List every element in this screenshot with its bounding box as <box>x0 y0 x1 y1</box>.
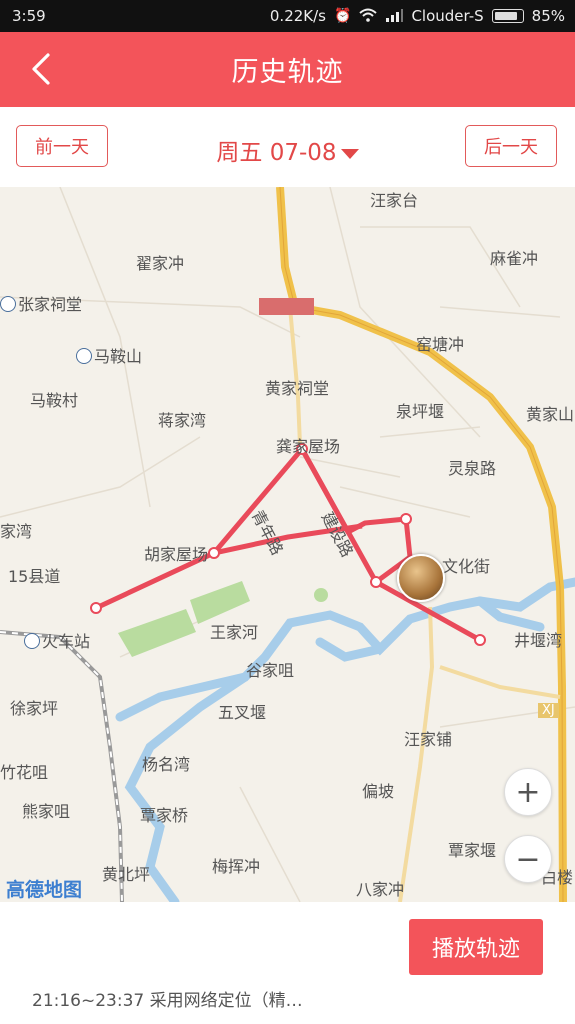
map-label: 麻雀冲 <box>490 249 539 268</box>
map-label: 覃家桥 <box>140 806 189 825</box>
map-label: 灵泉路 <box>448 459 497 478</box>
park-area <box>118 609 196 657</box>
triangle-down-icon <box>340 148 359 159</box>
alarm-icon: ⏰ <box>334 8 352 24</box>
map-label: 汪家台 <box>370 191 419 210</box>
mountain-icon <box>76 348 92 364</box>
map-label: 梅挥冲 <box>212 857 261 876</box>
map-label: 火车站 <box>24 628 90 652</box>
play-track-button[interactable]: 播放轨迹 <box>409 919 543 975</box>
map-label: 蒋家湾 <box>158 411 207 430</box>
bottom-panel: 播放轨迹 21:16~23:37 采用网络定位（精… <box>0 902 575 1024</box>
date-label: 周五 07-08 <box>216 140 337 166</box>
road-number: XJ <box>538 703 559 718</box>
temple-icon <box>0 296 16 312</box>
map-label: 张家祠堂 <box>0 291 82 315</box>
map-label: 马鞍山 <box>76 343 142 367</box>
map-label: 马鞍村 <box>30 391 79 410</box>
track-info-text: 21:16~23:37 采用网络定位（精… <box>32 991 303 1011</box>
app-header: 历史轨迹 <box>0 32 575 107</box>
page-title: 历史轨迹 <box>231 57 344 88</box>
battery-icon <box>491 9 524 23</box>
map-label: 竹花咀 <box>0 763 49 782</box>
wifi-icon <box>359 8 378 25</box>
map-label: 翟家冲 <box>136 254 185 273</box>
map-label: 泉坪堰 <box>396 402 445 421</box>
signal-icon <box>385 8 404 25</box>
map-view[interactable]: 汪家台 麻雀冲 翟家冲 张家祠堂 马鞍山 窑塘冲 黄家祠堂 泉坪堰 黄家山 马鞍… <box>0 187 575 902</box>
map-label: 八家冲 <box>356 880 405 899</box>
zoom-in-button[interactable]: + <box>504 768 552 816</box>
map-label: 井堰湾 <box>514 631 563 650</box>
map-label: 15县道 <box>8 567 61 586</box>
map-label: 家湾 <box>0 522 33 541</box>
map-label: 覃家堰 <box>448 841 497 860</box>
carrier-name: Clouder-S <box>411 7 484 25</box>
map-label: 胡家屋场 <box>144 545 209 564</box>
map-label: 黄家祠堂 <box>265 379 330 398</box>
map-label: 黄北坪 <box>102 865 151 884</box>
map-provider-logo: 高德地图 <box>6 879 83 901</box>
map-label: 杨名湾 <box>142 755 191 774</box>
battery-percent: 85% <box>531 7 565 25</box>
map-label: 熊家咀 <box>22 802 71 821</box>
map-label: 黄家山 <box>526 405 575 424</box>
map-label: 徐家坪 <box>10 699 59 718</box>
network-speed: 0.22K/s <box>269 7 326 25</box>
map-label: 文化街 <box>442 557 491 576</box>
park-area <box>190 581 250 624</box>
map-label: 谷家咀 <box>246 661 295 680</box>
map-label: 窑塘冲 <box>416 335 465 354</box>
map-label: 汪家铺 <box>404 730 453 749</box>
date-bar: 前一天 周五 07-08 后一天 <box>0 107 575 187</box>
map-label: 龚家屋场 <box>276 437 341 456</box>
next-day-button[interactable]: 后一天 <box>465 125 557 167</box>
train-station-icon <box>24 633 40 649</box>
zoom-out-button[interactable]: − <box>504 835 552 883</box>
status-time: 3:59 <box>12 7 46 25</box>
user-avatar-marker[interactable] <box>397 554 445 602</box>
map-label: 五叉堰 <box>218 703 267 722</box>
map-label: 偏坡 <box>362 782 395 801</box>
map-label: 王家河 <box>210 623 259 642</box>
status-bar: 3:59 0.22K/s ⏰ Clouder-S 85% <box>0 0 575 32</box>
status-right: 0.22K/s ⏰ Clouder-S 85% <box>270 7 565 25</box>
